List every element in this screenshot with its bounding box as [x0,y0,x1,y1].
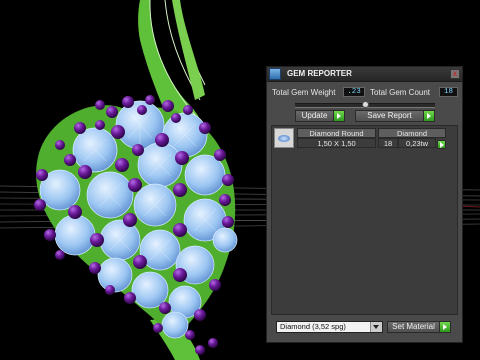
update-button-label: Update [301,111,328,120]
gem-size: 1,50 X 1,50 [297,138,376,148]
gem-count: 18 [378,138,398,148]
go-arrow-icon [333,111,344,121]
total-gem-count-value: 18 [439,87,458,97]
update-button[interactable]: Update [295,110,345,122]
save-report-button-label: Save Report [367,111,412,120]
slider-knob[interactable] [361,101,369,108]
save-report-button[interactable]: Save Report [355,110,435,122]
gem-name: Diamond Round [297,128,376,138]
gem-reporter-panel: GEM REPORTER x Total Gem Weight .23 Tota… [266,66,463,343]
list-item[interactable]: Diamond Round 1,50 X 1,50 Diamond 18 0,2… [274,128,454,150]
chevron-down-icon[interactable] [370,322,382,332]
gem-weight: 0,23tw [398,138,436,148]
go-arrow-icon [423,111,434,121]
total-gem-count-label: Total Gem Count [370,88,431,97]
set-material-button-label: Set Material [392,322,435,331]
material-select[interactable]: Diamond (3,52 spg) [276,321,383,333]
panel-titlebar[interactable]: GEM REPORTER x [267,67,462,82]
close-button[interactable]: x [450,69,460,79]
gem-material: Diamond [378,128,446,138]
material-select-value: Diamond (3,52 spg) [280,322,346,331]
gem-list[interactable]: Diamond Round 1,50 X 1,50 Diamond 18 0,2… [271,125,458,315]
panel-title: GEM REPORTER [287,69,352,78]
gem-reporter-app-icon [269,68,281,80]
total-gem-weight-label: Total Gem Weight [272,88,336,97]
go-arrow-icon [439,322,450,332]
diamond-round-icon [274,128,294,148]
total-gem-weight-value: .23 [343,87,365,97]
set-material-button[interactable]: Set Material [387,321,451,333]
go-arrow-icon[interactable] [437,140,446,149]
size-slider[interactable] [295,101,435,108]
